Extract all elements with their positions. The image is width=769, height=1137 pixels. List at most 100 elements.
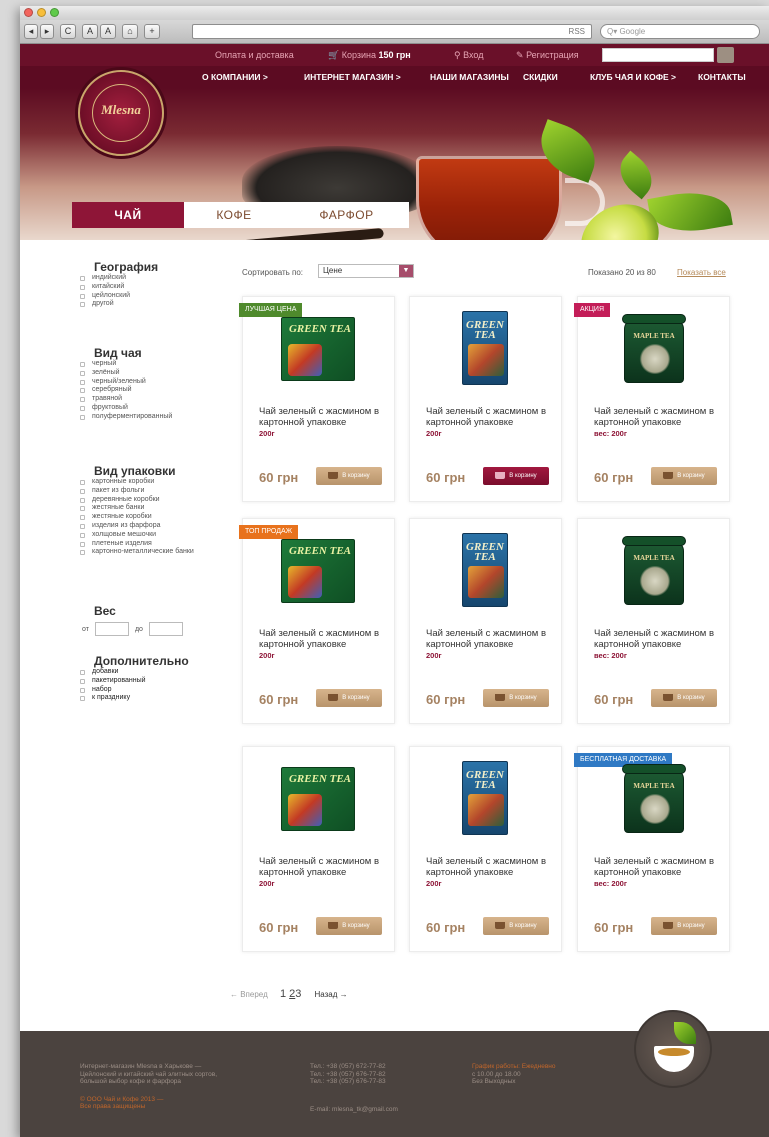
product-card[interactable]: GREEN TEA Чай зеленый с жасмином в картон… [242, 746, 395, 952]
chevron-down-icon[interactable]: ▼ [399, 265, 413, 277]
add-to-cart-button[interactable]: В корзину [651, 917, 717, 935]
checkbox[interactable] [80, 550, 85, 556]
page-link[interactable]: 1 [280, 988, 286, 1000]
tab-tea[interactable]: ЧАЙ [72, 202, 184, 228]
add-to-cart-button[interactable]: В корзину [483, 917, 549, 935]
checkbox[interactable] [80, 276, 85, 281]
filter-option[interactable]: индийский [76, 274, 158, 283]
browser-search-field[interactable]: Q▾ Google [600, 24, 760, 39]
filter-option[interactable]: китайский [76, 283, 158, 292]
filter-option[interactable]: пакет из фольги [76, 487, 194, 496]
product-image[interactable]: GREEN TEA [448, 761, 524, 837]
show-all-link[interactable]: Показать все [677, 268, 726, 277]
filter-option[interactable]: набор [76, 686, 189, 695]
register-link[interactable]: ✎ Регистрация [516, 50, 579, 61]
product-card[interactable]: MAPLE TEA Чай зеленый с жасмином в картон… [577, 518, 730, 724]
product-name[interactable]: Чай зеленый с жасмином в картонной упако… [594, 628, 726, 650]
checkbox[interactable] [80, 687, 85, 693]
add-to-cart-button[interactable]: В корзину [651, 689, 717, 707]
checkbox[interactable] [80, 678, 85, 684]
tab-coffee[interactable]: КОФЕ [184, 202, 284, 228]
nav-item-stores[interactable]: НАШИ МАГАЗИНЫ [430, 72, 509, 82]
product-name[interactable]: Чай зеленый с жасмином в картонной упако… [426, 856, 558, 878]
text-bigger-button[interactable]: A [100, 24, 116, 39]
checkbox[interactable] [80, 696, 85, 702]
product-image[interactable]: GREEN TEA [281, 761, 357, 837]
back-button[interactable]: ◂ [24, 24, 38, 39]
filter-option[interactable]: черный [76, 360, 172, 369]
site-search-button[interactable] [717, 47, 734, 63]
checkbox[interactable] [80, 497, 85, 503]
filter-option[interactable]: другой [76, 300, 158, 309]
maximize-window-icon[interactable] [50, 8, 59, 17]
checkbox[interactable] [80, 480, 85, 485]
page-link[interactable]: 3 [295, 988, 301, 1000]
nav-item-company[interactable]: О КОМПАНИИ > [202, 72, 268, 82]
filter-option[interactable]: фруктовый [76, 404, 172, 413]
delivery-link[interactable]: Оплата и доставка [215, 50, 294, 60]
checkbox[interactable] [80, 362, 85, 367]
add-bookmark-button[interactable]: + [144, 24, 160, 39]
filter-option[interactable]: травяной [76, 395, 172, 404]
filter-option[interactable]: пакетированный [76, 677, 189, 686]
product-name[interactable]: Чай зеленый с жасмином в картонной упако… [594, 856, 726, 878]
product-card[interactable]: ТОП ПРОДАЖ GREEN TEA Чай зеленый с жасмино… [239, 518, 395, 724]
weight-from-input[interactable] [94, 622, 129, 636]
add-to-cart-button[interactable]: В корзину [651, 467, 717, 485]
address-bar[interactable]: RSS [192, 24, 592, 39]
checkbox[interactable] [80, 388, 85, 394]
checkbox[interactable] [80, 379, 85, 385]
filter-option[interactable]: добавки [76, 668, 189, 677]
text-smaller-button[interactable]: A [82, 24, 98, 39]
product-name[interactable]: Чай зеленый с жасмином в картонной упако… [426, 628, 558, 650]
product-card[interactable]: АКЦИЯ MAPLE TEA Чай зеленый с жасмином в к… [574, 296, 730, 502]
filter-option[interactable]: картонно-металлические банки [76, 548, 194, 557]
product-image[interactable]: MAPLE TEA [616, 533, 692, 609]
product-name[interactable]: Чай зеленый с жасмином в картонной упако… [259, 406, 391, 428]
product-card[interactable]: ЛУЧШАЯ ЦЕНА GREEN TEA Чай зеленый с жасмин… [239, 296, 395, 502]
filter-option[interactable]: зелёный [76, 369, 172, 378]
checkbox[interactable] [80, 284, 85, 290]
checkbox[interactable] [80, 397, 85, 403]
checkbox[interactable] [80, 670, 85, 675]
checkbox[interactable] [80, 302, 85, 308]
product-image[interactable]: GREEN TEA [281, 311, 357, 387]
filter-option[interactable]: жестяные коробки [76, 513, 194, 522]
site-search-input[interactable] [602, 48, 714, 62]
checkbox[interactable] [80, 541, 85, 547]
checkbox[interactable] [80, 405, 85, 411]
home-button[interactable]: ⌂ [122, 24, 138, 39]
checkbox[interactable] [80, 488, 85, 494]
add-to-cart-button[interactable]: В корзину [316, 689, 382, 707]
reload-button[interactable]: C [60, 24, 76, 39]
pager-prev[interactable]: ← Вперед [230, 990, 268, 999]
product-image[interactable]: MAPLE TEA [616, 761, 692, 837]
product-card[interactable]: GREEN TEA Чай зеленый с жасмином в картон… [409, 296, 562, 502]
weight-to-input[interactable] [148, 622, 183, 636]
nav-item-shop[interactable]: ИНТЕРНЕТ МАГАЗИН > [304, 72, 401, 82]
filter-option[interactable]: полуферментированный [76, 413, 172, 422]
nav-item-contacts[interactable]: КОНТАКТЫ [698, 72, 746, 82]
checkbox[interactable] [80, 532, 85, 538]
product-name[interactable]: Чай зеленый с жасмином в картонной упако… [594, 406, 726, 428]
nav-item-club[interactable]: КЛУБ ЧАЯ И КОФЕ > [590, 72, 676, 82]
filter-option[interactable]: цейлонский [76, 292, 158, 301]
minimize-window-icon[interactable] [37, 8, 46, 17]
checkbox[interactable] [80, 293, 85, 299]
add-to-cart-button[interactable]: В корзину [316, 917, 382, 935]
rss-label[interactable]: RSS [569, 27, 585, 36]
product-card[interactable]: БЕСПЛАТНАЯ ДОСТАВКА MAPLE TEA Чай зеленый … [574, 746, 730, 952]
filter-option[interactable]: изделия из фарфора [76, 522, 194, 531]
checkbox[interactable] [80, 523, 85, 529]
filter-option[interactable]: к празднику [76, 694, 189, 703]
close-window-icon[interactable] [24, 8, 33, 17]
add-to-cart-button[interactable]: В корзину [483, 689, 549, 707]
product-card[interactable]: GREEN TEA Чай зеленый с жасмином в картон… [409, 746, 562, 952]
filter-option[interactable]: холщовые мешочки [76, 531, 194, 540]
checkbox[interactable] [80, 506, 85, 512]
product-image[interactable]: GREEN TEA [448, 311, 524, 387]
product-image[interactable]: GREEN TEA [448, 533, 524, 609]
checkbox[interactable] [80, 414, 85, 420]
checkbox[interactable] [80, 370, 85, 376]
login-link[interactable]: ⚲ Вход [454, 50, 483, 61]
